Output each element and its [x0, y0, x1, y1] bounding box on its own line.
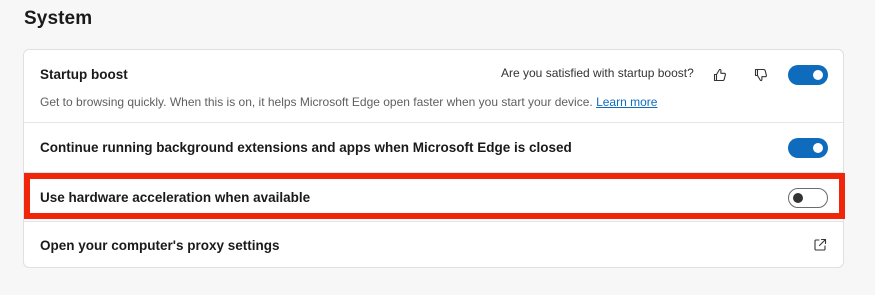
hardware-acceleration-toggle[interactable] — [788, 188, 828, 208]
toggle-knob — [813, 143, 823, 153]
hardware-acceleration-title: Use hardware acceleration when available — [40, 190, 311, 205]
proxy-settings-title: Open your computer's proxy settings — [40, 238, 280, 253]
section-title: System — [24, 8, 93, 29]
background-apps-row: Continue running background extensions a… — [24, 122, 843, 172]
hardware-acceleration-row: Use hardware acceleration when available — [24, 172, 843, 221]
learn-more-link[interactable]: Learn more — [596, 95, 657, 109]
background-apps-toggle[interactable] — [788, 138, 828, 158]
toggle-knob — [813, 70, 823, 80]
settings-card: Startup boost Are you satisfied with sta… — [23, 49, 844, 268]
feedback-question: Are you satisfied with startup boost? — [501, 66, 694, 80]
startup-boost-toggle[interactable] — [788, 65, 828, 85]
external-link-icon[interactable] — [810, 235, 830, 255]
thumbs-down-icon[interactable] — [751, 65, 771, 85]
toggle-knob — [793, 193, 803, 203]
background-apps-title: Continue running background extensions a… — [40, 140, 572, 155]
startup-boost-description: Get to browsing quickly. When this is on… — [40, 95, 657, 109]
description-text: Get to browsing quickly. When this is on… — [40, 95, 593, 109]
startup-boost-title: Startup boost — [40, 67, 128, 82]
proxy-settings-row[interactable]: Open your computer's proxy settings — [24, 221, 843, 267]
startup-boost-row: Startup boost Are you satisfied with sta… — [24, 50, 843, 122]
thumbs-up-icon[interactable] — [710, 65, 730, 85]
